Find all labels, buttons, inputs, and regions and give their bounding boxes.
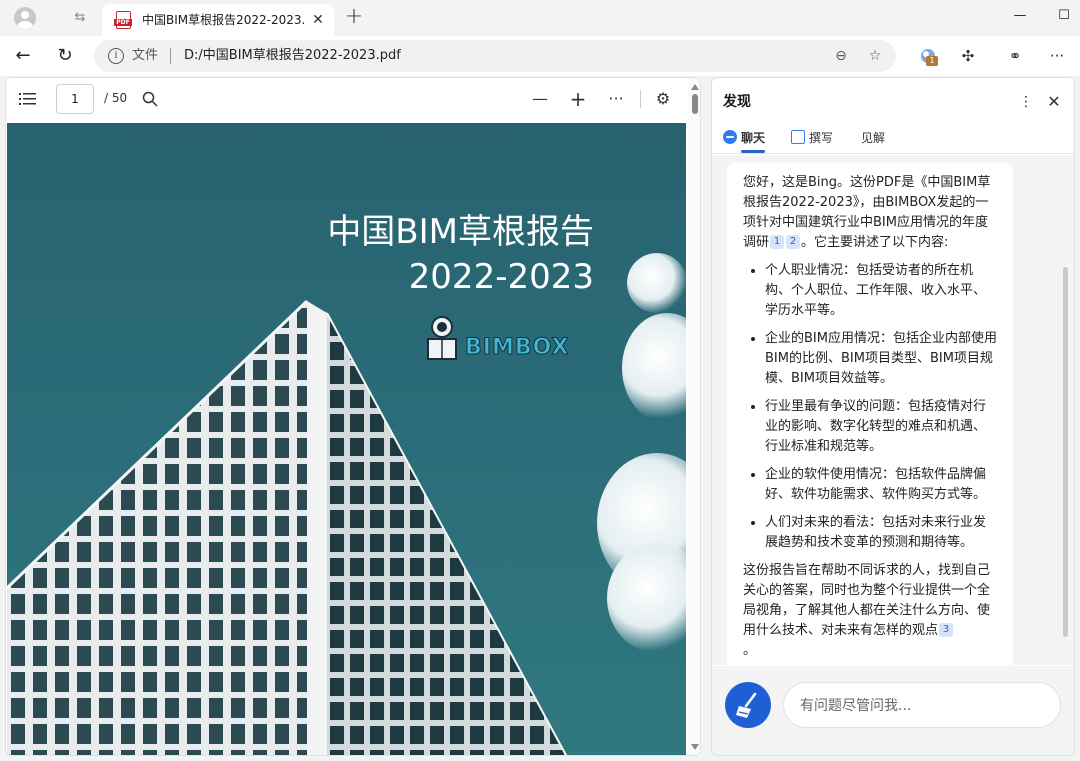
chat-icon: [723, 130, 737, 144]
page-count: / 50: [104, 91, 128, 105]
tab-insights-label: 见解: [861, 131, 886, 145]
scroll-down-arrow-icon[interactable]: [691, 744, 699, 750]
pdf-cover-page: 中国BIM草根报告 2022-2023 BIMBOX 1: [7, 123, 686, 755]
chat-input[interactable]: [800, 695, 1050, 717]
sidebar-more-icon[interactable]: ⋮: [1016, 90, 1036, 114]
page-footer-number: 1: [345, 743, 351, 752]
scroll-up-arrow-icon[interactable]: [691, 84, 699, 90]
sidebar-tabs: 聊天 撰写 见解: [712, 124, 1074, 154]
bimbox-mascot-icon: [427, 316, 457, 360]
chat-scrollbar[interactable]: [1063, 267, 1068, 637]
summary-tail: 。: [743, 643, 757, 658]
collections-icon[interactable]: ⚭: [1003, 44, 1027, 68]
extension-badge: 1: [926, 56, 938, 66]
citation-1[interactable]: 1: [770, 235, 785, 249]
gear-icon[interactable]: ⚙: [651, 87, 675, 111]
more-options-button[interactable]: ···: [604, 87, 628, 111]
search-icon[interactable]: [138, 87, 162, 111]
maximize-button[interactable]: ☐: [1050, 4, 1078, 28]
profile-avatar-icon[interactable]: [14, 7, 36, 29]
pdf-viewer: 1 / 50 — + ··· ⚙ 中国BIM草根报告 2022-2023 BIM…: [5, 77, 701, 756]
minimize-button[interactable]: —: [1006, 4, 1034, 28]
address-scheme-label: 文件: [132, 48, 159, 63]
list-item: 企业的BIM应用情况：包括企业内部使用BIM的比例、BIM项目类型、BIM项目规…: [765, 329, 998, 389]
tab-close-button[interactable]: ✕: [308, 10, 328, 30]
list-item: 行业里最有争议的问题：包括疫情对行业的影响、数字化转型的难点和机遇、行业标准和规…: [765, 397, 998, 457]
address-url[interactable]: D:/中国BIM草根报告2022-2023.pdf: [184, 47, 401, 65]
citation-2[interactable]: 2: [786, 235, 801, 249]
refresh-button[interactable]: ↻: [51, 42, 79, 70]
sidebar-close-button[interactable]: ✕: [1042, 90, 1066, 114]
new-tab-button[interactable]: +: [342, 6, 366, 30]
tab-title: 中国BIM草根报告2022-2023.pdf: [142, 13, 304, 27]
cover-year: 2022-2023: [408, 257, 594, 297]
address-separator: [170, 48, 171, 64]
chat-input-box[interactable]: [783, 682, 1061, 728]
extensions-puzzle-icon[interactable]: ✣: [956, 44, 980, 68]
tab-chat[interactable]: 聊天: [723, 127, 766, 153]
new-topic-broom-icon[interactable]: [725, 682, 771, 728]
page-number-input[interactable]: 1: [56, 84, 94, 114]
settings-more-icon[interactable]: ···: [1045, 44, 1069, 68]
cover-title: 中国BIM草根报告: [327, 212, 594, 252]
assistant-message: 您好，这是Bing。这份PDF是《中国BIM草根报告2022-2023》，由BI…: [727, 163, 1013, 665]
list-item: 个人职业情况：包括受访者的所在机构、个人职位、工作年限、收入水平、学历水平等。: [765, 261, 998, 321]
message-summary: 这份报告旨在帮助不同诉求的人，找到自己关心的答案，同时也为整个行业提供一个全局视…: [743, 561, 998, 661]
tab-compose[interactable]: 撰写: [791, 127, 833, 149]
pdf-file-icon: [114, 11, 132, 29]
tab-insights[interactable]: 见解: [861, 127, 885, 149]
add-favorite-icon[interactable]: ☆: [866, 47, 884, 65]
zoom-out-button[interactable]: —: [528, 87, 552, 111]
message-bullets: 个人职业情况：包括受访者的所在机构、个人职位、工作年限、收入水平、学历水平等。 …: [743, 261, 998, 553]
chat-area: 您好，这是Bing。这份PDF是《中国BIM草根报告2022-2023》，由BI…: [712, 155, 1074, 665]
intro-tail: 。它主要讲述了以下内容:: [801, 235, 949, 250]
list-item: 企业的软件使用情况：包括软件品牌偏好、软件功能需求、软件购买方式等。: [765, 465, 998, 505]
bimbox-logo: BIMBOX: [465, 335, 570, 361]
table-of-contents-icon[interactable]: [16, 87, 40, 111]
pdf-scrollbar[interactable]: [688, 78, 700, 755]
tab-compose-label: 撰写: [809, 131, 834, 145]
message-intro: 您好，这是Bing。这份PDF是《中国BIM草根报告2022-2023》，由BI…: [743, 173, 998, 253]
tab-strip: ⇆ 中国BIM草根报告2022-2023.pdf ✕ + — ☐: [0, 0, 1080, 36]
active-tab[interactable]: 中国BIM草根报告2022-2023.pdf ✕: [102, 4, 334, 36]
zoom-in-button[interactable]: +: [566, 87, 590, 111]
scrollbar-thumb[interactable]: [692, 94, 698, 114]
navigation-toolbar: ← ↻ i 文件 D:/中国BIM草根报告2022-2023.pdf ⊖ ☆ ✣…: [0, 36, 1080, 76]
info-icon[interactable]: i: [108, 48, 124, 64]
list-item: 人们对未来的看法：包括对未来行业发展趋势和技术变革的预测和期待等。: [765, 513, 998, 553]
tab-chat-label: 聊天: [741, 131, 766, 145]
discover-sidebar: 发现 ⋮ ✕ 聊天 撰写 见解 您好，这是Bing。这份PDF是《中国BIM草根…: [711, 77, 1075, 756]
address-bar[interactable]: i 文件 D:/中国BIM草根报告2022-2023.pdf ⊖ ☆: [94, 40, 896, 72]
pdf-toolbar: 1 / 50 — + ··· ⚙: [6, 78, 700, 120]
citation-3[interactable]: 3: [939, 623, 954, 637]
chat-input-area: [712, 666, 1074, 755]
tab-actions-icon[interactable]: ⇆: [66, 8, 94, 28]
toolbar-separator: [640, 90, 641, 108]
sidebar-title: 发现: [723, 94, 751, 110]
compose-icon: [791, 130, 805, 144]
zoom-icon[interactable]: ⊖: [832, 47, 850, 65]
back-button[interactable]: ←: [9, 42, 37, 70]
